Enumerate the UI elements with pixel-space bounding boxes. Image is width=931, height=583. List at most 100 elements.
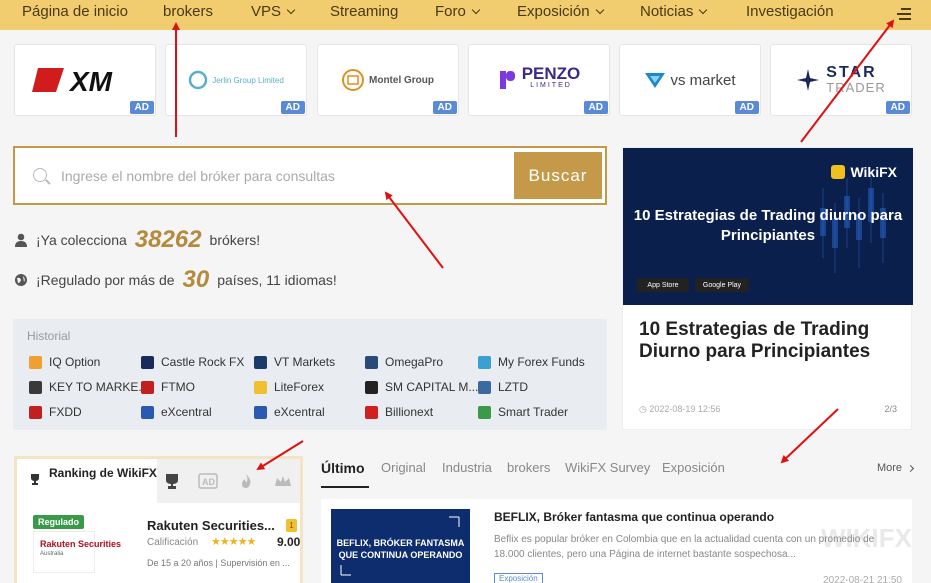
history-item[interactable]: Smart Trader: [478, 405, 568, 419]
news-date: 2022-08-21 21:50: [823, 575, 902, 583]
history-item-label: LiteForex: [274, 380, 325, 394]
nav-item-investigacion[interactable]: Investigación: [746, 3, 834, 20]
broker-logo-icon: [254, 405, 267, 419]
ad-xm[interactable]: XM AD: [14, 44, 156, 116]
history-item-label: VT Markets: [274, 355, 336, 369]
search-button[interactable]: Buscar: [514, 152, 602, 199]
ad-jerlin[interactable]: Jerlin Group Limited AD: [165, 44, 307, 116]
rating-label: Calificación: [147, 537, 199, 548]
history-item[interactable]: KEY TO MARKE...: [29, 380, 148, 394]
banner-heading: 10 Estrategias de Trading diurno para Pr…: [633, 207, 903, 244]
broker-meta: De 15 a 20 años | Supervisión en ...: [147, 558, 290, 568]
chevron-right-icon: [906, 464, 915, 472]
ad-montel[interactable]: Montel Group AD: [317, 44, 459, 116]
google-play-badge[interactable]: Google Play: [695, 278, 749, 292]
featured-article-card[interactable]: WikiFX 10 Estrategias de Trading diurno …: [622, 147, 913, 430]
globe-icon: [15, 274, 27, 286]
news-title[interactable]: BEFLIX, Bróker fantasma que continua ope…: [494, 510, 774, 524]
nav-item-home[interactable]: Página de inicio: [22, 3, 128, 20]
fire-icon[interactable]: [236, 473, 256, 489]
nav-item-exposicion[interactable]: Exposición: [517, 3, 604, 20]
nav-item-noticias[interactable]: Noticias: [640, 3, 708, 20]
ad-tag: AD: [432, 101, 457, 114]
history-item[interactable]: Billionext: [365, 405, 433, 419]
stat-text: ¡Regulado por más de: [36, 272, 175, 288]
ad-brand-text: XM: [68, 66, 113, 97]
penzo-wordmark: PENZO LIMITED: [522, 65, 581, 92]
nav-item-foro[interactable]: Foro: [435, 3, 481, 20]
ad-brand-sub: TRADER: [826, 80, 886, 95]
ad-startrader[interactable]: STAR TRADER AD: [770, 44, 912, 116]
history-item[interactable]: Castle Rock FX: [141, 355, 244, 369]
rating-score: 9.00: [277, 535, 301, 549]
broker-logo-icon: [141, 380, 154, 394]
history-item[interactable]: My Forex Funds: [478, 355, 585, 369]
chevron-down-icon: [595, 5, 604, 14]
tab-original[interactable]: Original: [381, 460, 426, 475]
startrader-logo-icon: [797, 69, 820, 91]
news-thumbnail[interactable]: BEFLIX, BRÓKER FANTASMA QUE CONTINUA OPE…: [331, 509, 470, 583]
broker-logo-icon: [141, 355, 154, 369]
history-item[interactable]: OmegaPro: [365, 355, 443, 369]
featured-title[interactable]: 10 Estrategias de Trading Diurno para Pr…: [639, 319, 901, 363]
history-item[interactable]: IQ Option: [29, 355, 100, 369]
featured-banner[interactable]: WikiFX 10 Estrategias de Trading diurno …: [623, 148, 913, 305]
history-item[interactable]: eXcentral: [254, 405, 325, 419]
news-item[interactable]: WIKIFX BEFLIX, BRÓKER FANTASMA QUE CONTI…: [321, 499, 912, 583]
xm-logo: XM: [32, 66, 113, 97]
wikifx-logo-text: WikiFX: [850, 164, 897, 180]
history-panel: Historial IQ Option Castle Rock FX VT Mark…: [13, 319, 607, 430]
rating-stars: ★★★★★: [211, 536, 256, 548]
news-description: Beflix es popular bróker en Colombia que…: [494, 534, 875, 560]
ad-penzo[interactable]: PENZO LIMITED AD: [468, 44, 610, 116]
nav-item-streaming[interactable]: Streaming: [330, 3, 398, 20]
broker-logo-sub: Australia: [40, 551, 64, 557]
ranking-title: Ranking de WikiFX: [17, 459, 157, 503]
menu-icon[interactable]: [895, 5, 911, 23]
penzo-logo-icon: [499, 71, 515, 89]
ad-tag: AD: [885, 101, 910, 114]
news-category-tag[interactable]: Exposición: [494, 573, 543, 583]
chevron-down-icon: [286, 5, 296, 14]
history-item-label: My Forex Funds: [498, 355, 585, 369]
nav-item-brokers[interactable]: brokers: [163, 3, 213, 20]
trophy-icon[interactable]: [162, 473, 182, 489]
history-item-label: SM CAPITAL M...: [385, 380, 479, 394]
tab-ultimo[interactable]: Último: [321, 460, 365, 476]
history-item[interactable]: SM CAPITAL M...: [365, 380, 478, 394]
page: Página de inicio brokers VPS Streaming F…: [0, 0, 931, 583]
search-input[interactable]: Ingrese el nombre del bróker para consul…: [61, 168, 335, 184]
broker-name[interactable]: Rakuten Securities...: [147, 518, 275, 533]
featured-date: ◷ 2022-08-19 12:56: [639, 404, 721, 414]
nav-item-label: Streaming: [330, 3, 399, 20]
history-item[interactable]: FXDD: [29, 405, 82, 419]
ad-icon[interactable]: AD: [198, 473, 218, 489]
tab-exposicion[interactable]: Exposición: [662, 460, 725, 475]
app-store-badge[interactable]: App Store: [637, 278, 689, 292]
crown-icon[interactable]: [273, 473, 293, 489]
tab-brokers[interactable]: brokers: [507, 460, 550, 475]
tab-industria[interactable]: Industria: [442, 460, 492, 475]
broker-logo-icon: [29, 405, 42, 419]
broker-logo: Rakuten Securities Australia: [33, 531, 121, 573]
history-item[interactable]: FTMO: [141, 380, 195, 394]
nav-item-label: Página de inicio: [22, 3, 128, 20]
broker-logo-icon: [478, 355, 491, 369]
history-item[interactable]: eXcentral: [141, 405, 212, 419]
trophy-icon: [31, 474, 39, 485]
history-item-label: FXDD: [49, 405, 82, 419]
history-item[interactable]: LiteForex: [254, 380, 324, 394]
broker-logo-icon: [478, 380, 491, 394]
ad-brand-text: STAR: [826, 64, 877, 81]
tab-wikifx-survey[interactable]: WikiFX Survey: [565, 460, 650, 475]
more-link[interactable]: More: [877, 462, 915, 474]
svg-text:AD: AD: [202, 477, 215, 487]
history-item[interactable]: VT Markets: [254, 355, 335, 369]
nav-item-vps[interactable]: VPS: [251, 3, 296, 20]
ad-tag: AD: [583, 101, 608, 114]
history-item[interactable]: LZTD: [478, 380, 528, 394]
montel-logo-icon: [342, 69, 364, 91]
news-tabs: Último Original Industria brokers WikiFX…: [321, 460, 915, 488]
startrader-wordmark: STAR TRADER: [826, 64, 886, 96]
ad-vsmarket[interactable]: vs market AD: [619, 44, 761, 116]
